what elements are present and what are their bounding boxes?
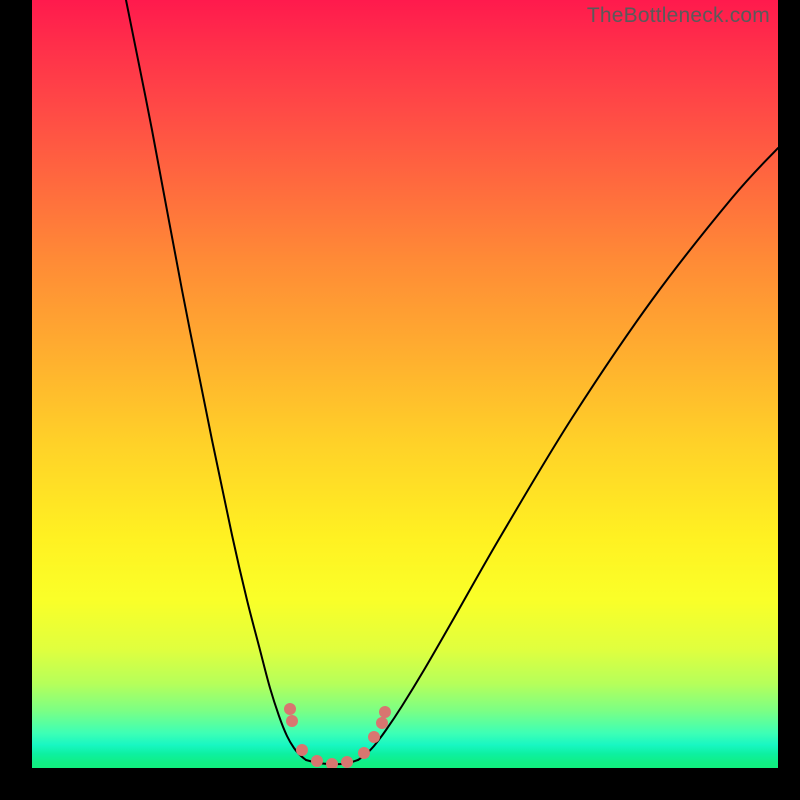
plot-area: [32, 0, 778, 768]
right-branch-curve: [358, 148, 778, 760]
marker-dot: [376, 717, 388, 729]
marker-dot: [326, 758, 338, 768]
curve-svg: [32, 0, 778, 768]
chart-frame: TheBottleneck.com: [0, 0, 800, 800]
marker-dot: [311, 755, 323, 767]
left-branch-curve: [126, 0, 306, 760]
watermark-text: TheBottleneck.com: [587, 4, 770, 28]
marker-dot: [379, 706, 391, 718]
marker-dot: [296, 744, 308, 756]
marker-dot: [341, 756, 353, 768]
marker-dot: [358, 747, 370, 759]
marker-dots-group: [284, 703, 391, 768]
marker-dot: [368, 731, 380, 743]
marker-dot: [286, 715, 298, 727]
marker-dot: [284, 703, 296, 715]
